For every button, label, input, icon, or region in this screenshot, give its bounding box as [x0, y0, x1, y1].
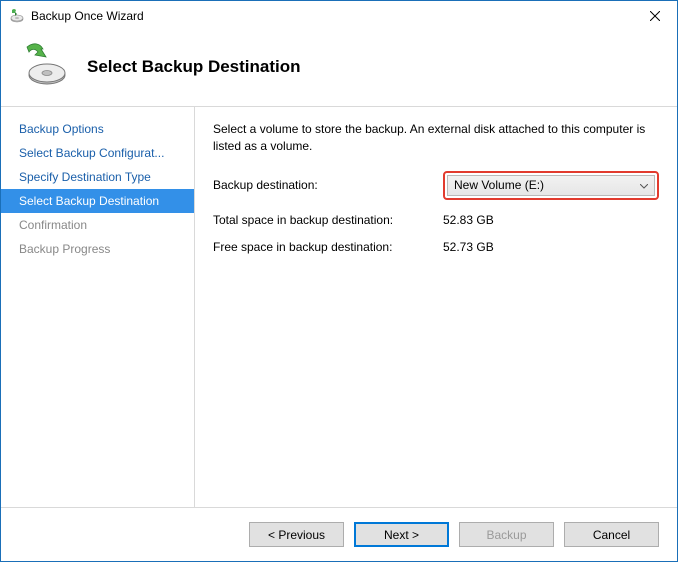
main-panel: Select a volume to store the backup. An … — [195, 107, 677, 507]
cancel-button[interactable]: Cancel — [564, 522, 659, 547]
step-specify-destination-type[interactable]: Specify Destination Type — [1, 165, 194, 189]
step-select-backup-configuration[interactable]: Select Backup Configurat... — [1, 141, 194, 165]
wizard-window: Backup Once Wizard Select Backup Destina… — [0, 0, 678, 562]
step-confirmation: Confirmation — [1, 213, 194, 237]
chevron-down-icon — [640, 178, 648, 192]
previous-button[interactable]: < Previous — [249, 522, 344, 547]
backup-disc-icon — [21, 41, 69, 92]
value-total-space: 52.83 GB — [443, 213, 659, 227]
instruction-text: Select a volume to store the backup. An … — [213, 121, 659, 155]
backup-destination-dropdown[interactable]: New Volume (E:) — [447, 175, 655, 196]
step-backup-progress: Backup Progress — [1, 237, 194, 261]
wizard-steps-sidebar: Backup Options Select Backup Configurat.… — [1, 107, 195, 507]
label-total-space: Total space in backup destination: — [213, 213, 443, 227]
page-title: Select Backup Destination — [87, 57, 301, 77]
wizard-header: Select Backup Destination — [1, 31, 677, 106]
label-free-space: Free space in backup destination: — [213, 240, 443, 254]
wizard-body: Backup Options Select Backup Configurat.… — [1, 107, 677, 507]
window-title: Backup Once Wizard — [31, 9, 632, 23]
row-backup-destination: Backup destination: New Volume (E:) — [213, 171, 659, 200]
close-icon — [650, 11, 660, 21]
close-button[interactable] — [632, 1, 677, 31]
app-icon — [9, 8, 25, 24]
titlebar: Backup Once Wizard — [1, 1, 677, 31]
wizard-footer: < Previous Next > Backup Cancel — [1, 507, 677, 561]
step-backup-options[interactable]: Backup Options — [1, 117, 194, 141]
next-button[interactable]: Next > — [354, 522, 449, 547]
backup-button: Backup — [459, 522, 554, 547]
row-free-space: Free space in backup destination: 52.73 … — [213, 240, 659, 254]
label-backup-destination: Backup destination: — [213, 178, 443, 192]
value-free-space: 52.73 GB — [443, 240, 659, 254]
dropdown-selected-value: New Volume (E:) — [454, 178, 544, 192]
row-total-space: Total space in backup destination: 52.83… — [213, 213, 659, 227]
highlight-annotation: New Volume (E:) — [443, 171, 659, 200]
step-select-backup-destination[interactable]: Select Backup Destination — [1, 189, 194, 213]
